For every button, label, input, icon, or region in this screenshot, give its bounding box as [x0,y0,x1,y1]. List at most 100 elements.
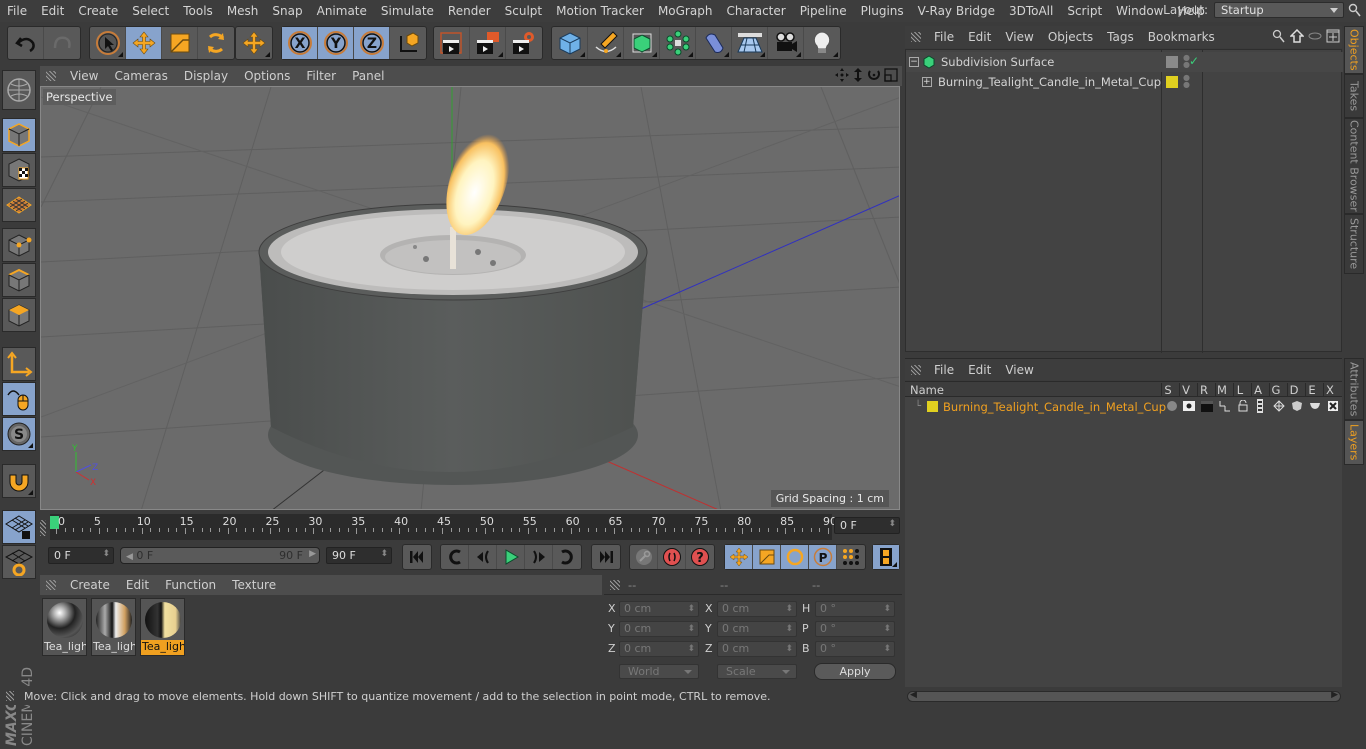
axis-mode-button[interactable] [2,347,36,381]
prev-frame-button[interactable] [469,545,497,569]
cloner-button[interactable] [660,27,696,59]
size-y-field[interactable]: 0 cm [717,621,797,637]
lock-open-icon[interactable] [1237,400,1249,412]
search-icon[interactable] [1272,29,1286,43]
pen-button[interactable] [588,27,624,59]
rotate-button[interactable] [198,27,234,59]
column-xrefs[interactable]: X [1323,383,1336,397]
timeline-ruler[interactable]: 051015202530354045505560657075808590 [50,514,832,540]
column-solo[interactable]: S [1161,383,1174,397]
objects-menu-bookmarks[interactable]: Bookmarks [1141,30,1222,44]
make-editable-button[interactable] [2,70,36,110]
start-frame-field[interactable]: 0 F [48,547,114,564]
range-right-arrow-icon[interactable]: ▶ [309,549,316,559]
move-button[interactable] [126,27,162,59]
material-swatch[interactable]: Tea_ligh [91,598,136,656]
render-picture-viewer-button[interactable] [470,27,506,59]
menu-simulate[interactable]: Simulate [374,4,441,18]
menu-vray-bridge[interactable]: V-Ray Bridge [911,4,1002,18]
layout-dropdown[interactable]: Startup [1214,2,1344,18]
polygons-mode-button[interactable] [2,298,36,332]
coordinate-mode-dropdown[interactable]: World [619,664,699,679]
visibility-dots-icon[interactable]: ●● [1183,74,1190,88]
xref-icon[interactable] [1327,400,1339,412]
render-view-button[interactable] [434,27,470,59]
expression-cup-icon[interactable] [1309,401,1321,411]
menu-plugins[interactable]: Plugins [854,4,911,18]
size-x-field[interactable]: 0 cm [717,601,797,617]
keyframe-selection-button[interactable]: ? [686,545,714,569]
search-icon[interactable] [1348,3,1362,17]
apply-button[interactable]: Apply [814,663,896,680]
menu-window[interactable]: Window [1109,4,1170,18]
snap-button[interactable] [2,464,36,498]
animation-film-icon[interactable] [1255,399,1265,413]
pos-y-field[interactable]: 0 cm [619,621,699,637]
live-selection-button[interactable] [90,27,126,59]
pos-x-field[interactable]: 0 cm [619,601,699,617]
end-frame-field[interactable]: 90 F [326,547,392,564]
goto-end-button[interactable] [592,545,620,569]
point-level-button[interactable] [837,545,865,569]
collapse-icon[interactable]: − [909,57,919,67]
lock-workplane-button[interactable] [2,510,36,544]
z-axis-button[interactable]: Z [354,27,390,59]
record-key-button[interactable] [630,545,658,569]
viewport-menu-display[interactable]: Display [176,69,236,83]
column-expressions[interactable]: E [1305,383,1318,397]
play-button[interactable] [497,545,525,569]
deformer-shield-icon[interactable] [1291,400,1303,412]
column-manager[interactable]: M [1215,383,1228,397]
next-frame-button[interactable] [525,545,553,569]
menu-render[interactable]: Render [441,4,498,18]
panel-grip[interactable] [46,71,56,81]
menu-mesh[interactable]: Mesh [220,4,266,18]
size-mode-dropdown[interactable]: Scale [717,664,797,679]
layers-menu-view[interactable]: View [998,363,1040,377]
menu-tools[interactable]: Tools [176,4,220,18]
column-generators[interactable]: G [1269,383,1282,397]
solo-toggle-icon[interactable] [1167,401,1177,411]
scale-button[interactable] [162,27,198,59]
objects-menu-view[interactable]: View [998,30,1040,44]
next-key-button[interactable] [553,545,581,569]
texture-mode-button[interactable] [2,153,36,187]
menu-animate[interactable]: Animate [310,4,374,18]
timeline-window-button[interactable] [873,545,899,569]
scale-track-button[interactable] [753,545,781,569]
rot-b-field[interactable]: 0 ° [815,641,895,657]
light-button[interactable] [804,27,840,59]
3d-viewport[interactable]: Y Z X Perspective Grid Spacing : 1 cm [40,86,900,510]
tweak-mode-button[interactable] [2,382,36,416]
tab-objects[interactable]: Objects [1344,26,1364,74]
horizontal-scrollbar[interactable]: ◀ ▶ [907,691,1341,702]
home-icon[interactable] [1290,29,1304,43]
tab-layers[interactable]: Layers [1344,420,1364,465]
viewport-menu-options[interactable]: Options [236,69,298,83]
enabled-check-icon[interactable]: ✓ [1189,54,1199,68]
panel-grip[interactable] [911,365,921,375]
redo-button[interactable] [44,27,80,59]
camera-button[interactable] [768,27,804,59]
object-row-candle[interactable]: + 0 Burning_Tealight_Candle_in_Metal_Cup… [906,72,1161,92]
floor-button[interactable] [732,27,768,59]
zoom-dolly-icon[interactable] [852,68,864,82]
menu-mograph[interactable]: MoGraph [651,4,720,18]
x-axis-button[interactable]: X [282,27,318,59]
column-animation[interactable]: A [1251,383,1264,397]
menu-character[interactable]: Character [719,4,792,18]
column-name[interactable]: Name [910,383,944,397]
material-menu-create[interactable]: Create [62,578,118,592]
material-menu-texture[interactable]: Texture [224,578,284,592]
solo-button[interactable]: S [2,417,36,451]
coordinate-system-button[interactable] [390,27,426,59]
y-axis-button[interactable]: Y [318,27,354,59]
render-settings-button[interactable] [506,27,542,59]
material-swatch[interactable]: Tea_ligh [42,598,87,656]
objects-menu-objects[interactable]: Objects [1041,30,1100,44]
tab-content-browser[interactable]: Content Browser [1344,118,1364,214]
recent-tools-button[interactable] [236,27,272,59]
deformer-button[interactable] [696,27,732,59]
objects-menu-tags[interactable]: Tags [1100,30,1141,44]
undo-button[interactable] [8,27,44,59]
